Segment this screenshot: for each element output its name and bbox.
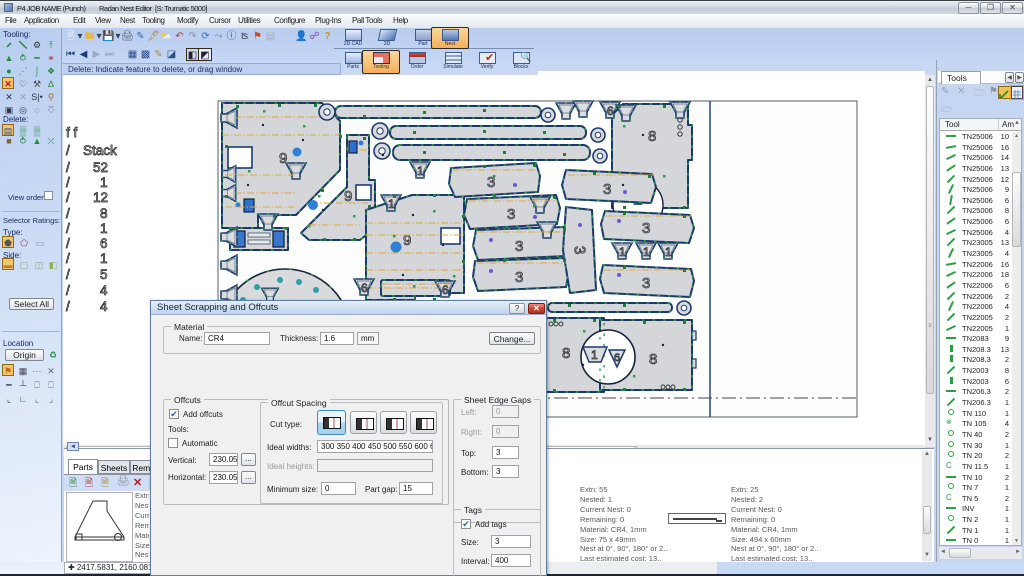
svg-text:4: 4 <box>100 299 108 314</box>
svg-text:6: 6 <box>614 352 620 364</box>
svg-text:3: 3 <box>603 181 611 198</box>
svg-text:1: 1 <box>665 245 672 259</box>
svg-text:/: / <box>66 283 70 298</box>
svg-text:3: 3 <box>642 220 650 237</box>
svg-text:3: 3 <box>642 275 650 292</box>
svg-text:1: 1 <box>591 348 598 362</box>
svg-text:4: 4 <box>100 283 108 298</box>
svg-text:f f: f f <box>66 125 78 140</box>
svg-text:/: / <box>66 221 70 236</box>
svg-text:6: 6 <box>100 236 108 251</box>
svg-text:6: 6 <box>442 283 449 297</box>
svg-text:52: 52 <box>93 160 108 175</box>
svg-text:3: 3 <box>515 238 523 255</box>
svg-text:8: 8 <box>649 351 657 368</box>
svg-text:8: 8 <box>562 345 570 362</box>
svg-text:/: / <box>66 190 70 205</box>
svg-text:/: / <box>66 236 70 251</box>
svg-text:6: 6 <box>361 281 368 295</box>
svg-text:1: 1 <box>619 245 626 259</box>
svg-text:/: / <box>66 299 70 314</box>
svg-text:1: 1 <box>643 245 650 259</box>
svg-text:3: 3 <box>571 246 588 255</box>
svg-text:9: 9 <box>344 188 352 205</box>
svg-text:5: 5 <box>100 267 108 282</box>
svg-text:1: 1 <box>388 197 395 211</box>
svg-text:Stack: Stack <box>83 143 117 158</box>
svg-text:1: 1 <box>100 175 108 190</box>
svg-text:3: 3 <box>515 269 523 286</box>
svg-text:6: 6 <box>607 104 614 118</box>
svg-text:8: 8 <box>100 206 108 221</box>
svg-text:1: 1 <box>417 164 424 178</box>
svg-text:3: 3 <box>507 206 515 223</box>
svg-text:8: 8 <box>648 128 656 145</box>
svg-text:1: 1 <box>100 251 108 266</box>
svg-text:/: / <box>66 267 70 282</box>
svg-text:1: 1 <box>100 221 108 236</box>
svg-text:/: / <box>66 251 70 266</box>
svg-text:/: / <box>66 160 70 175</box>
svg-text:/: / <box>66 143 70 158</box>
svg-text:/: / <box>66 206 70 221</box>
svg-text:12: 12 <box>93 190 108 205</box>
svg-text:/: / <box>66 175 70 190</box>
